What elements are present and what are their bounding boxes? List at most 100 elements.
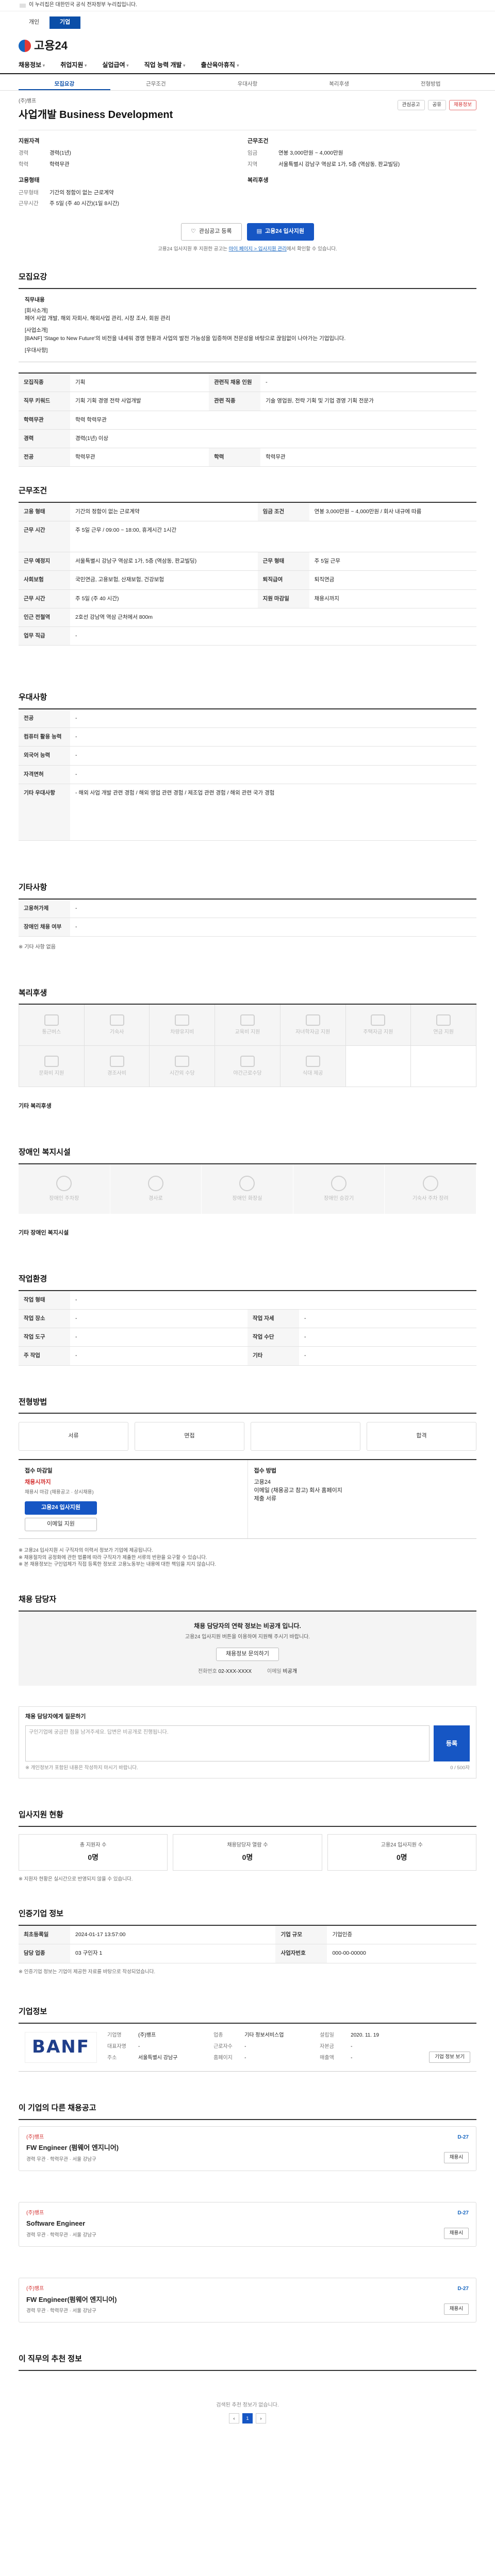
- other-table: 고용허가제 - 장애인 채용 여부 -: [19, 898, 476, 937]
- job-status-button[interactable]: 채용시: [443, 2228, 469, 2240]
- notice-line: ※ 고용24 입사지원 시 구직자의 이력서 정보가 기업에 제공됩니다.: [19, 1547, 153, 1553]
- house-icon: [371, 1014, 386, 1026]
- empty-message: 검색된 추천 정보가 없습니다.: [216, 2402, 279, 2408]
- cell-value: 주 5일 근무 / 09:00 ~ 18:00, 휴게시간 1시간: [70, 521, 476, 553]
- company-section: 기업정보 BANF 기업명 (주)뱅프 업종 기타 정보서비스업 설립일 2020. …: [19, 2006, 476, 2072]
- mypage-link[interactable]: 마이 페이지 > 입사지원 관리: [229, 246, 287, 252]
- summary-key: 경력: [19, 150, 29, 157]
- welfare-label: 연금 지원: [433, 1029, 454, 1035]
- job-title[interactable]: Software Engineer: [26, 2219, 96, 2229]
- job-info-chip[interactable]: 채용정보: [449, 100, 476, 110]
- page-next-icon[interactable]: ›: [256, 2413, 266, 2424]
- tab-preference[interactable]: 우대사항: [202, 77, 293, 90]
- gov-notice-bar: 이 누리집은 대한민국 공식 전자정부 누리집입니다.: [0, 0, 495, 11]
- email-apply-button[interactable]: 이메일 지원: [25, 1517, 97, 1531]
- contact-value: 비공개: [283, 1668, 298, 1674]
- welfare-item: 야간근로수당: [215, 1046, 280, 1088]
- gnb-item[interactable]: 직업 능력 개발: [144, 61, 186, 70]
- cell-key: 작업 수단: [248, 1328, 299, 1347]
- table-row: 주 작업 - 기타 -: [19, 1346, 476, 1366]
- page-number[interactable]: 1: [242, 2413, 253, 2424]
- gnb-item[interactable]: 출산육아휴직: [201, 61, 239, 70]
- inquiry-submit-button[interactable]: 등록: [434, 1725, 470, 1762]
- contact-inquiry-button[interactable]: 채용정보 문의하기: [216, 1647, 279, 1661]
- cell-key: 고용 형태: [19, 502, 70, 522]
- job-title[interactable]: FW Engineer (펌웨어 엔지니어): [26, 2143, 119, 2153]
- tab-conditions[interactable]: 근무조건: [110, 77, 202, 90]
- apply-button[interactable]: ▤ 고용24 입사지원: [246, 223, 315, 241]
- welfare-label: 식대 제공: [302, 1070, 323, 1076]
- tab-welfare[interactable]: 복리후생: [293, 77, 385, 90]
- job-meta: 경력 무관 · 학력무관 · 서울 강남구: [26, 2308, 96, 2314]
- site-logo[interactable]: 고용24: [0, 34, 495, 58]
- method-line: 고용24: [254, 1479, 271, 1486]
- inquiry-input[interactable]: 구인기업에 궁금한 점을 남겨주세요. 답변은 비공개로 진행됩니다.: [25, 1725, 430, 1762]
- cell-key: 장애인 채용 여부: [19, 918, 70, 937]
- summary-head: 근무조건: [248, 138, 269, 144]
- company-logo: BANF: [25, 2032, 97, 2063]
- welfare-label: 야간근로수당: [233, 1070, 262, 1076]
- stat-card: 고용24 입사지원 수 0명: [327, 1834, 476, 1871]
- cell-value: -: [70, 1290, 476, 1310]
- inquiry-count: 0 / 500자: [450, 1765, 470, 1771]
- process-steps: 서류 면접 합격: [19, 1413, 476, 1459]
- site-tab-personal[interactable]: 개인: [19, 16, 50, 29]
- bus-icon: [44, 1014, 59, 1026]
- job-title[interactable]: FW Engineer(펌웨어 엔지니어): [26, 2295, 117, 2305]
- page-prev-icon[interactable]: ‹: [229, 2413, 239, 2424]
- cell-key: 전공: [19, 708, 70, 728]
- car-icon: [175, 1014, 190, 1026]
- cell-value: 기간의 정함이 없는 근로계약: [70, 502, 258, 522]
- company-value: -: [244, 2055, 246, 2061]
- inquiry-box: 채용 담당자에게 질문하기 구인기업에 궁금한 점을 남겨주세요. 답변은 비공…: [19, 1706, 476, 1779]
- company-info-button[interactable]: 기업 정보 보기: [429, 2052, 470, 2063]
- job-card[interactable]: (주)뱅프 FW Engineer (펌웨어 엔지니어) 경력 무관 · 학력무관 …: [19, 2126, 476, 2171]
- section-title: 이 직무의 추천 정보: [19, 2354, 82, 2364]
- company-name[interactable]: (주)뱅프: [19, 98, 173, 106]
- work-environment-table: 작업 형태 - 작업 장소 - 작업 자세 - 작업 도구 - 작업 수단 - 주 작업 - 기타…: [19, 1290, 476, 1366]
- notice-line: ※ 본 채용정보는 구인업체가 직접 등록한 정보로 고용노동부는 내용에 대한…: [19, 1562, 217, 1568]
- job-dday: D-27: [457, 2286, 469, 2292]
- welfare-empty: [411, 1046, 476, 1088]
- job-meta: 경력 무관 · 학력무관 · 서울 강남구: [26, 2157, 96, 2163]
- gnb-item[interactable]: 채용정보: [19, 61, 45, 70]
- section-tabs: 모집요강 근무조건 우대사항 복리후생 전형방법: [0, 77, 495, 91]
- tab-recruit[interactable]: 모집요강: [19, 77, 110, 90]
- job-company: (주)뱅프: [26, 2286, 44, 2292]
- apply-method-box: 접수 마감일 채용시까지 채용시 마감 (채용공고 · 상시채용) 고용24 입…: [19, 1459, 476, 1539]
- table-row: 고용 형태 기간의 정함이 없는 근로계약 임금 조건 연봉 3,000만원 ~ 4,…: [19, 502, 476, 522]
- job-status-button[interactable]: 채용시: [443, 2303, 469, 2315]
- table-row: 최초등록일 2024-01-17 13:57:00 기업 규모 기업인증: [19, 1925, 476, 1945]
- table-row: 작업 장소 - 작업 자세 -: [19, 1309, 476, 1329]
- job-card[interactable]: (주)뱅프 FW Engineer(펌웨어 엔지니어) 경력 무관 · 학력무관 ·…: [19, 2278, 476, 2323]
- disability-note: 기타 장애인 복지시설: [19, 1229, 69, 1236]
- job-card[interactable]: (주)뱅프 Software Engineer 경력 무관 · 학력무관 · 서울 …: [19, 2201, 476, 2247]
- cell-key: 관련직 채용 인원: [209, 373, 261, 393]
- welfare-empty: [345, 1046, 411, 1088]
- interest-chip[interactable]: 관심공고: [397, 100, 425, 110]
- job-status-button[interactable]: 채용시: [443, 2152, 469, 2163]
- gnb-item[interactable]: 취업지원: [60, 61, 87, 70]
- duty-line: [사업소개]: [25, 327, 48, 334]
- cell-key: 임금 조건: [257, 502, 309, 522]
- gnb-item[interactable]: 실업급여: [102, 61, 128, 70]
- cell-key: 기타: [248, 1346, 299, 1366]
- table-row: 기타 우대사항 - 해외 사업 개발 관련 경험 / 해외 영업 관련 경험 / …: [19, 784, 476, 841]
- site-tab-company[interactable]: 기업: [50, 16, 80, 29]
- company-key: 자본금: [320, 2044, 334, 2050]
- company-value: -: [351, 2044, 353, 2050]
- contact-panel: 채용 담당자의 연락 정보는 비공개 입니다. 고용24 입사지원 버튼을 이용…: [19, 1610, 476, 1686]
- share-chip[interactable]: 공유: [427, 100, 447, 110]
- parking-icon: [56, 1175, 72, 1191]
- cell-value: 채용시까지: [309, 589, 476, 608]
- cell-key: 근무 시간: [19, 521, 70, 553]
- company-value: -: [351, 2055, 353, 2061]
- tab-process[interactable]: 전형방법: [385, 77, 476, 90]
- apply-button-2[interactable]: 고용24 입사지원: [25, 1501, 97, 1515]
- summary-head: 지원자격: [19, 138, 40, 144]
- interest-button[interactable]: ♡ 관심공고 등록: [180, 223, 242, 241]
- job-dday: D-27: [457, 2210, 469, 2216]
- recruit-table: 모집직종 기획 관련직 채용 인원 - 직무 키워드 기획 기획 경영 전략 사업개발 관…: [19, 372, 476, 467]
- apply-note: 고용24 입사지원 후 지원한 공고는 마이 페이지 > 입사지원 관리에서 확…: [19, 246, 476, 253]
- cell-key: 작업 도구: [19, 1328, 70, 1347]
